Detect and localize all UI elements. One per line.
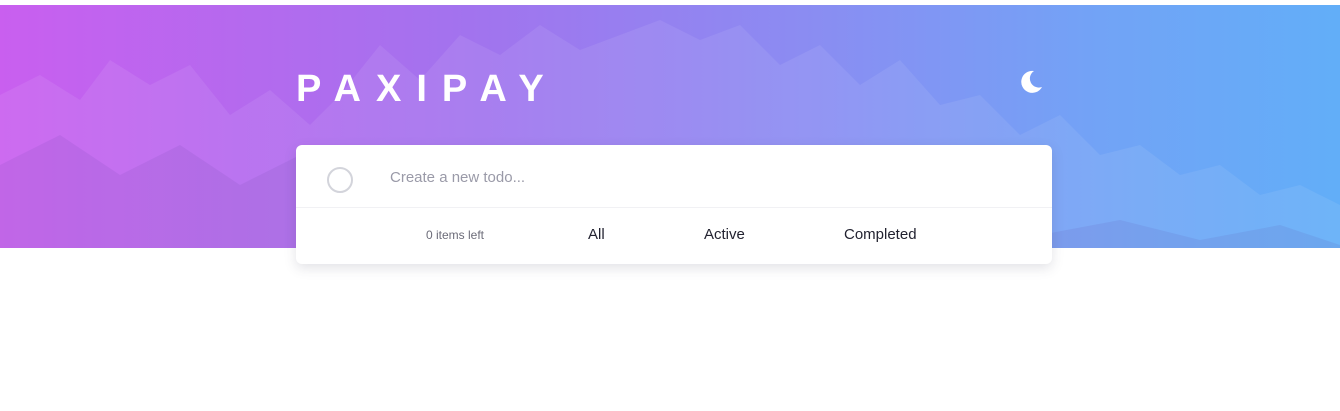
check-circle[interactable] bbox=[327, 167, 353, 193]
todo-footer: 0 items left All Active Completed bbox=[296, 208, 1052, 264]
new-todo-row bbox=[296, 145, 1052, 208]
filter-completed[interactable]: Completed bbox=[844, 226, 917, 243]
todo-card: 0 items left All Active Completed bbox=[296, 145, 1052, 264]
items-left-count: 0 items left bbox=[426, 228, 485, 242]
filter-active[interactable]: Active bbox=[704, 226, 745, 243]
filter-all[interactable]: All bbox=[588, 226, 605, 243]
moon-icon bbox=[1021, 70, 1042, 93]
theme-toggle-button[interactable] bbox=[1018, 69, 1058, 109]
app-title: PAXIPAY bbox=[296, 68, 559, 110]
new-todo-input[interactable] bbox=[390, 163, 990, 191]
